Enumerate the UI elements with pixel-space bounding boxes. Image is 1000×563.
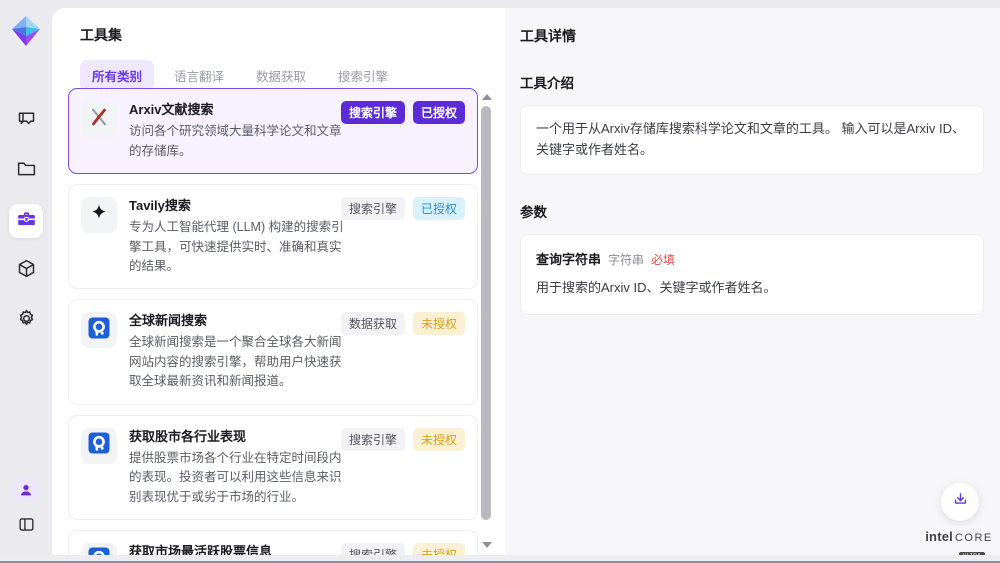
tool-description: 专为人工智能代理 (LLM) 构建的搜索引擎工具，可快速提供实时、准确和真实的结…: [129, 218, 345, 276]
tool-name: 获取股市各行业表现: [129, 428, 345, 446]
param-box: 查询字符串 字符串 必填 用于搜索的Arxiv ID、关键字或作者姓名。: [520, 234, 984, 315]
auth-status-badge: 未授权: [413, 428, 465, 451]
category-badge: 搜索引擎: [341, 197, 405, 220]
gear-icon: [16, 308, 37, 334]
download-button[interactable]: [941, 483, 979, 521]
intro-heading: 工具介绍: [520, 72, 984, 92]
auth-status-badge: 已授权: [413, 197, 465, 220]
news-search-icon: [87, 316, 111, 345]
tool-description: 提供股票市场各个行业在特定时间段内的表现。投资者可以利用这些信息来识别表现优于或…: [129, 449, 345, 507]
news-search-icon: [87, 546, 111, 555]
tab-1[interactable]: 语言翻译: [162, 60, 236, 91]
chat-icon: [16, 108, 37, 134]
toolbox-icon: [16, 208, 37, 234]
main-panel: 工具集 所有类别语言翻译数据获取搜索引擎 Arxiv文献搜索 访问各个研究领域大…: [52, 8, 1000, 555]
scrollbar-down-arrow[interactable]: [482, 542, 492, 548]
folder-icon: [16, 158, 37, 184]
tool-description: 访问各个研究领域大量科学论文和文章的存储库。: [129, 122, 345, 161]
sidebar-item-packages[interactable]: [9, 254, 43, 288]
list-scrollbar: [480, 92, 494, 550]
tool-card[interactable]: 获取市场最活跃股票信息 提供当天交易量最高的股票列表，投资者可以利用这些信息来识…: [68, 530, 478, 555]
intel-text: intel: [925, 529, 953, 544]
params-heading: 参数: [520, 201, 984, 221]
param-type: 字符串: [608, 251, 644, 268]
tool-card-list: Arxiv文献搜索 访问各个研究领域大量科学论文和文章的存储库。 搜索引擎 已授…: [68, 88, 478, 555]
detail-title: 工具详情: [520, 26, 984, 46]
tool-detail-panel: 工具详情 工具介绍 一个用于从Arxiv存储库搜索科学论文和文章的工具。 输入可…: [505, 8, 1000, 555]
news-search-icon: [87, 431, 111, 460]
sidebar-item-tools[interactable]: [9, 204, 43, 238]
cube-icon: [16, 258, 37, 284]
category-badge: 搜索引擎: [341, 543, 405, 555]
tool-card[interactable]: 全球新闻搜索 全球新闻搜索是一个聚合全球各大新闻网站内容的搜索引擎，帮助用户快速…: [68, 299, 478, 404]
intro-box: 一个用于从Arxiv存储库搜索科学论文和文章的工具。 输入可以是Arxiv ID…: [520, 105, 984, 175]
app-window: 工具集 所有类别语言翻译数据获取搜索引擎 Arxiv文献搜索 访问各个研究领域大…: [0, 0, 1000, 563]
tool-name: 全球新闻搜索: [129, 312, 345, 330]
auth-status-badge: 未授权: [413, 543, 465, 555]
scrollbar-up-arrow[interactable]: [482, 94, 492, 100]
category-badge: 搜索引擎: [341, 428, 405, 451]
tool-name: Tavily搜索: [129, 197, 345, 215]
intro-text: 一个用于从Arxiv存储库搜索科学论文和文章的工具。 输入可以是Arxiv ID…: [536, 121, 965, 157]
param-required-badge: 必填: [651, 251, 675, 268]
core-text: core: [955, 532, 993, 544]
tool-description: 全球新闻搜索是一个聚合全球各大新闻网站内容的搜索引擎，帮助用户快速获取全球最新资…: [129, 333, 345, 391]
param-name: 查询字符串: [536, 249, 601, 268]
auth-status-badge: 未授权: [413, 312, 465, 335]
user-avatar[interactable]: [13, 477, 39, 503]
sparkle-icon: [89, 202, 109, 227]
sidebar-rail: [0, 0, 52, 563]
tab-3[interactable]: 搜索引擎: [326, 60, 400, 91]
scrollbar-thumb[interactable]: [481, 106, 491, 520]
tool-card[interactable]: 获取股市各行业表现 提供股票市场各个行业在特定时间段内的表现。投资者可以利用这些…: [68, 415, 478, 520]
tool-name: Arxiv文献搜索: [129, 101, 345, 119]
arxiv-icon: [88, 106, 110, 133]
tool-card[interactable]: Arxiv文献搜索 访问各个研究领域大量科学论文和文章的存储库。 搜索引擎 已授…: [68, 88, 478, 174]
auth-status-badge: 已授权: [413, 101, 465, 124]
tools-list-panel: 工具集 所有类别语言翻译数据获取搜索引擎 Arxiv文献搜索 访问各个研究领域大…: [52, 8, 505, 555]
tool-card[interactable]: Tavily搜索 专为人工智能代理 (LLM) 构建的搜索引擎工具，可快速提供实…: [68, 184, 478, 289]
tab-2[interactable]: 数据获取: [244, 60, 318, 91]
person-icon: [18, 482, 34, 498]
category-tabs: 所有类别语言翻译数据获取搜索引擎: [80, 60, 400, 91]
category-badge: 搜索引擎: [341, 101, 405, 124]
download-icon: [952, 491, 969, 513]
panel-toggle-button[interactable]: [12, 513, 40, 541]
tab-0[interactable]: 所有类别: [80, 60, 154, 91]
page-title: 工具集: [80, 25, 122, 45]
sidebar-item-files[interactable]: [9, 154, 43, 188]
tool-name: 获取市场最活跃股票信息: [129, 543, 345, 555]
category-badge: 数据获取: [341, 312, 405, 335]
param-description: 用于搜索的Arxiv ID、关键字或作者姓名。: [536, 277, 968, 296]
sidebar-item-settings[interactable]: [9, 304, 43, 338]
panel-toggle-icon: [17, 515, 36, 539]
app-logo-icon: [9, 14, 43, 48]
sidebar-item-chat[interactable]: [9, 104, 43, 138]
